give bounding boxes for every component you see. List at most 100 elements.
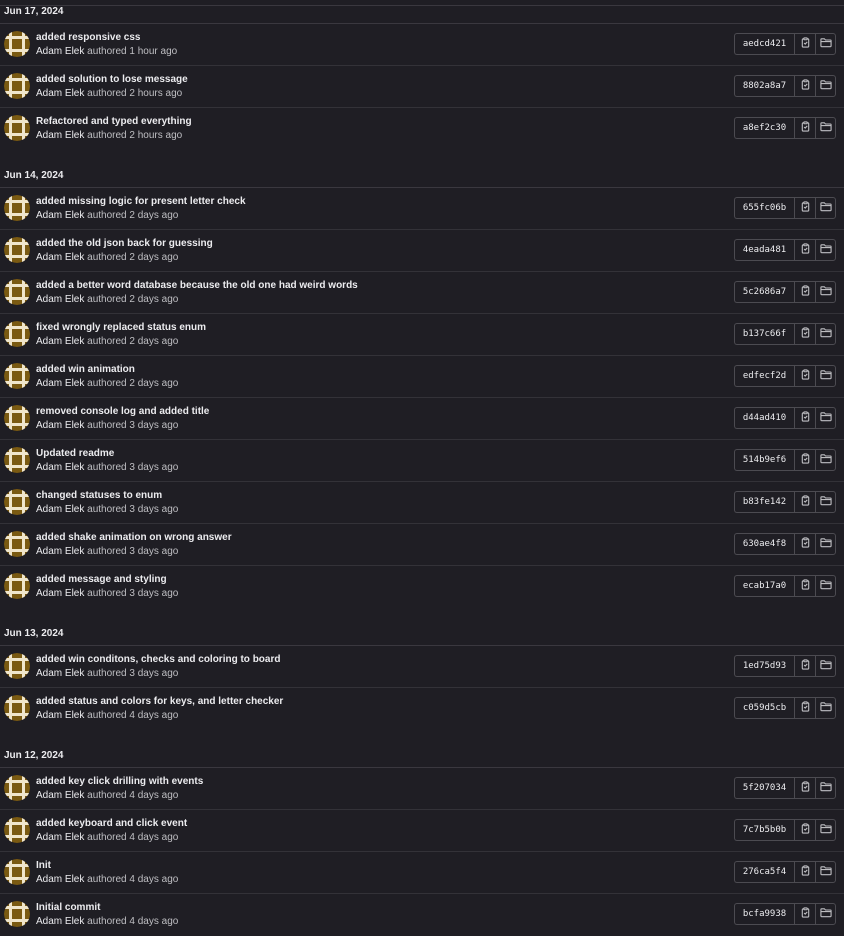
copy-sha-button[interactable] <box>794 407 815 429</box>
author-avatar[interactable] <box>4 447 30 473</box>
commit-sha-link[interactable]: b83fe142 <box>734 491 794 513</box>
commit-title-link[interactable]: added a better word database because the… <box>36 280 358 291</box>
author-avatar[interactable] <box>4 859 30 885</box>
author-name-link[interactable]: Adam Elek <box>36 336 84 347</box>
copy-sha-button[interactable] <box>794 777 815 799</box>
browse-files-button[interactable] <box>815 117 836 139</box>
browse-files-button[interactable] <box>815 323 836 345</box>
commit-sha-link[interactable]: bcfa9938 <box>734 903 794 925</box>
copy-sha-button[interactable] <box>794 323 815 345</box>
author-avatar[interactable] <box>4 901 30 927</box>
commit-sha-link[interactable]: 5c2686a7 <box>734 281 794 303</box>
commit-sha-link[interactable]: 7c7b5b0b <box>734 819 794 841</box>
commit-sha-link[interactable]: 8802a8a7 <box>734 75 794 97</box>
commit-title-link[interactable]: added win conditons, checks and coloring… <box>36 654 280 665</box>
copy-sha-button[interactable] <box>794 449 815 471</box>
commit-sha-link[interactable]: a8ef2c30 <box>734 117 794 139</box>
copy-sha-button[interactable] <box>794 575 815 597</box>
commit-sha-link[interactable]: c059d5cb <box>734 697 794 719</box>
author-name-link[interactable]: Adam Elek <box>36 420 84 431</box>
author-name-link[interactable]: Adam Elek <box>36 130 84 141</box>
author-avatar[interactable] <box>4 195 30 221</box>
author-avatar[interactable] <box>4 321 30 347</box>
author-name-link[interactable]: Adam Elek <box>36 790 84 801</box>
author-avatar[interactable] <box>4 489 30 515</box>
browse-files-button[interactable] <box>815 819 836 841</box>
commit-sha-link[interactable]: aedcd421 <box>734 33 794 55</box>
browse-files-button[interactable] <box>815 491 836 513</box>
commit-title-link[interactable]: Initial commit <box>36 902 100 913</box>
commit-sha-link[interactable]: b137c66f <box>734 323 794 345</box>
author-avatar[interactable] <box>4 115 30 141</box>
author-name-link[interactable]: Adam Elek <box>36 252 84 263</box>
commit-title-link[interactable]: added shake animation on wrong answer <box>36 532 232 543</box>
copy-sha-button[interactable] <box>794 365 815 387</box>
author-avatar[interactable] <box>4 73 30 99</box>
commit-title-link[interactable]: Refactored and typed everything <box>36 116 192 127</box>
copy-sha-button[interactable] <box>794 197 815 219</box>
author-avatar[interactable] <box>4 279 30 305</box>
author-avatar[interactable] <box>4 695 30 721</box>
browse-files-button[interactable] <box>815 861 836 883</box>
commit-sha-link[interactable]: 5f207034 <box>734 777 794 799</box>
copy-sha-button[interactable] <box>794 33 815 55</box>
author-name-link[interactable]: Adam Elek <box>36 546 84 557</box>
copy-sha-button[interactable] <box>794 697 815 719</box>
author-avatar[interactable] <box>4 363 30 389</box>
commit-title-link[interactable]: added message and styling <box>36 574 167 585</box>
commit-title-link[interactable]: Updated readme <box>36 448 114 459</box>
author-name-link[interactable]: Adam Elek <box>36 710 84 721</box>
author-name-link[interactable]: Adam Elek <box>36 88 84 99</box>
copy-sha-button[interactable] <box>794 861 815 883</box>
commit-title-link[interactable]: added the old json back for guessing <box>36 238 213 249</box>
commit-sha-link[interactable]: edfecf2d <box>734 365 794 387</box>
commit-title-link[interactable]: added keyboard and click event <box>36 818 187 829</box>
browse-files-button[interactable] <box>815 777 836 799</box>
author-name-link[interactable]: Adam Elek <box>36 504 84 515</box>
copy-sha-button[interactable] <box>794 533 815 555</box>
copy-sha-button[interactable] <box>794 75 815 97</box>
browse-files-button[interactable] <box>815 239 836 261</box>
commit-title-link[interactable]: added solution to lose message <box>36 74 188 85</box>
author-name-link[interactable]: Adam Elek <box>36 294 84 305</box>
author-avatar[interactable] <box>4 405 30 431</box>
browse-files-button[interactable] <box>815 449 836 471</box>
commit-sha-link[interactable]: 514b9ef6 <box>734 449 794 471</box>
commit-title-link[interactable]: added status and colors for keys, and le… <box>36 696 283 707</box>
commit-sha-link[interactable]: 4eada481 <box>734 239 794 261</box>
commit-sha-link[interactable]: 1ed75d93 <box>734 655 794 677</box>
copy-sha-button[interactable] <box>794 239 815 261</box>
browse-files-button[interactable] <box>815 575 836 597</box>
commit-sha-link[interactable]: 276ca5f4 <box>734 861 794 883</box>
commit-sha-link[interactable]: 630ae4f8 <box>734 533 794 555</box>
author-name-link[interactable]: Adam Elek <box>36 874 84 885</box>
commit-title-link[interactable]: added missing logic for present letter c… <box>36 196 246 207</box>
author-avatar[interactable] <box>4 573 30 599</box>
browse-files-button[interactable] <box>815 365 836 387</box>
browse-files-button[interactable] <box>815 197 836 219</box>
author-name-link[interactable]: Adam Elek <box>36 588 84 599</box>
copy-sha-button[interactable] <box>794 819 815 841</box>
author-name-link[interactable]: Adam Elek <box>36 832 84 843</box>
copy-sha-button[interactable] <box>794 491 815 513</box>
copy-sha-button[interactable] <box>794 281 815 303</box>
author-avatar[interactable] <box>4 817 30 843</box>
browse-files-button[interactable] <box>815 903 836 925</box>
browse-files-button[interactable] <box>815 697 836 719</box>
browse-files-button[interactable] <box>815 33 836 55</box>
commit-title-link[interactable]: added responsive css <box>36 32 141 43</box>
author-name-link[interactable]: Adam Elek <box>36 378 84 389</box>
author-name-link[interactable]: Adam Elek <box>36 916 84 927</box>
copy-sha-button[interactable] <box>794 655 815 677</box>
commit-title-link[interactable]: changed statuses to enum <box>36 490 162 501</box>
author-name-link[interactable]: Adam Elek <box>36 462 84 473</box>
browse-files-button[interactable] <box>815 533 836 555</box>
author-name-link[interactable]: Adam Elek <box>36 210 84 221</box>
author-avatar[interactable] <box>4 237 30 263</box>
browse-files-button[interactable] <box>815 281 836 303</box>
commit-title-link[interactable]: removed console log and added title <box>36 406 209 417</box>
author-avatar[interactable] <box>4 775 30 801</box>
browse-files-button[interactable] <box>815 75 836 97</box>
commit-title-link[interactable]: Init <box>36 860 51 871</box>
browse-files-button[interactable] <box>815 407 836 429</box>
